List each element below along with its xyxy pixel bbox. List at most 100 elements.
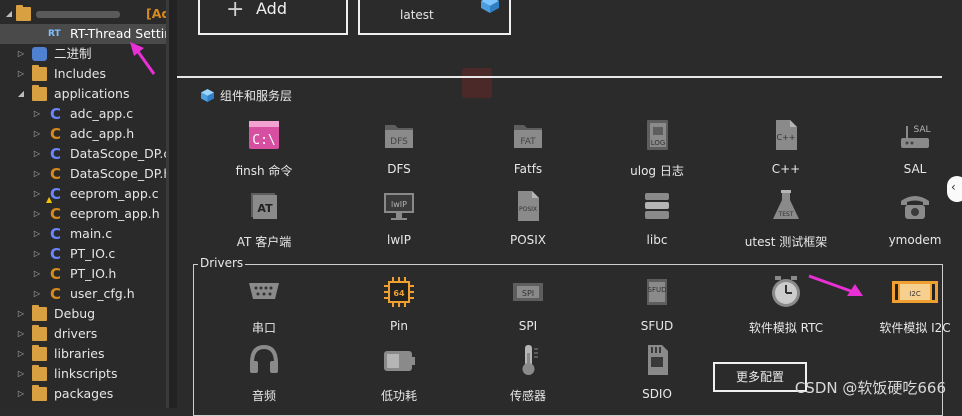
add-button-label: Add xyxy=(256,0,287,18)
component-label: SPI xyxy=(518,319,538,333)
tree-item[interactable]: ▷ C ▲ eeprom_app.c xyxy=(0,184,166,204)
svg-text:TEST: TEST xyxy=(778,211,794,218)
tree-item[interactable]: ▷ drivers xyxy=(0,324,166,344)
expand-right-icon[interactable]: ▷ xyxy=(32,244,42,264)
phone-icon xyxy=(898,189,932,223)
component-sal-router[interactable]: SAL SAL xyxy=(860,118,962,180)
component-test-flask[interactable]: TEST utest 测试框架 xyxy=(731,189,841,251)
expand-right-icon[interactable]: ▷ xyxy=(16,304,26,324)
tree-item[interactable]: ▷ Ceeprom_app.h xyxy=(0,204,166,224)
rt-settings-icon: RT xyxy=(48,29,61,39)
tree-item[interactable]: ▷ C PT_IO.h xyxy=(0,264,166,284)
folder-icon xyxy=(32,385,47,401)
component-thermometer[interactable]: 传感器 xyxy=(473,343,583,405)
tree-item[interactable]: ▷ linkscripts xyxy=(0,364,166,384)
expand-right-icon[interactable]: ▷ xyxy=(32,124,42,144)
pane-splitter[interactable] xyxy=(169,0,177,408)
component-sd-card[interactable]: SDIO xyxy=(602,343,712,405)
expand-right-icon[interactable]: ▷ xyxy=(32,204,42,224)
tree-item-label: main.c xyxy=(70,226,113,241)
tree-item[interactable]: ▷ C DataScope_DP.c xyxy=(0,144,166,164)
sdk-version-box[interactable]: latest xyxy=(358,0,511,35)
plus-icon: + xyxy=(226,0,245,22)
component-serial-port[interactable]: 串口 xyxy=(209,275,319,337)
tree-item[interactable]: ▷ C PT_IO.c xyxy=(0,244,166,264)
svg-text:C:\: C:\ xyxy=(252,133,275,148)
expand-right-icon[interactable]: ▷ xyxy=(32,224,42,244)
component-spi[interactable]: SPI SPI xyxy=(473,275,583,337)
tree-item-label: applications xyxy=(54,86,130,101)
svg-text:I2C: I2C xyxy=(909,290,921,298)
component-headphones[interactable]: 音频 xyxy=(209,343,319,405)
tree-item-label: Debug xyxy=(54,306,96,321)
binaries-icon xyxy=(32,47,47,61)
expand-down-icon[interactable]: ◢ xyxy=(16,84,26,104)
component-finsh-shell[interactable]: C:\ finsh 命令 xyxy=(209,118,319,180)
component-phone[interactable]: ymodem xyxy=(860,189,962,251)
tree-item[interactable]: ▷ packages xyxy=(0,384,166,404)
component-posix-file[interactable]: POSIX POSIX xyxy=(473,189,583,251)
tree-item[interactable]: ▷ Debug xyxy=(0,304,166,324)
component-log-book[interactable]: LOG ulog 日志 xyxy=(602,118,712,180)
expand-right-icon[interactable]: ▷ xyxy=(16,384,26,404)
tree-item[interactable]: ▷ Cmain.c xyxy=(0,224,166,244)
expand-down-icon[interactable]: ◢ xyxy=(4,4,14,24)
expand-right-icon[interactable]: ▷ xyxy=(32,284,42,304)
test-flask-icon: TEST xyxy=(769,189,803,223)
tree-item[interactable]: ▷ Cuser_cfg.h xyxy=(0,284,166,304)
svg-text:LOG: LOG xyxy=(651,139,666,147)
component-books[interactable]: libc xyxy=(602,189,712,251)
add-button[interactable]: + Add xyxy=(198,0,348,35)
expand-right-icon[interactable]: ▷ xyxy=(32,264,42,284)
svg-text:AT: AT xyxy=(257,202,273,215)
expand-right-icon[interactable]: ▷ xyxy=(32,144,42,164)
component-label: 音频 xyxy=(251,389,276,403)
c-source-icon: C xyxy=(49,245,61,263)
component-label: DFS xyxy=(387,162,411,176)
tree-item-label: PT_IO.c xyxy=(70,246,116,261)
component-at[interactable]: AT AT 客户端 xyxy=(209,189,319,251)
tree-item-label: adc_app.c xyxy=(70,106,134,121)
component-sfud-chip[interactable]: SFUD SFUD xyxy=(602,275,712,337)
component-i2c[interactable]: I2C 软件模拟 I2C xyxy=(860,275,962,337)
tree-item-label: adc_app.h xyxy=(70,126,135,141)
component-lwip-monitor[interactable]: lwIP lwIP xyxy=(344,189,454,251)
folder-icon xyxy=(32,365,47,381)
expand-right-icon[interactable]: ▷ xyxy=(32,104,42,124)
component-label: 软件模拟 RTC xyxy=(748,321,824,335)
search-overlay-icon xyxy=(462,68,492,98)
expand-right-icon[interactable]: ▷ xyxy=(16,44,26,64)
expand-right-icon[interactable]: ▷ xyxy=(16,324,26,344)
expand-right-icon[interactable]: ▷ xyxy=(16,364,26,384)
spi-icon: SPI xyxy=(511,275,545,309)
collapse-handle[interactable]: ‹ xyxy=(947,176,962,202)
tree-item[interactable]: ▷ Cadc_app.c xyxy=(0,104,166,124)
component-chip-pin[interactable]: 64 Pin xyxy=(344,275,454,337)
sal-router-icon: SAL xyxy=(898,118,932,152)
log-book-icon: LOG xyxy=(640,118,674,152)
project-root-row[interactable]: ◢ [Ad xyxy=(0,4,166,24)
component-fat-folder[interactable]: FAT Fatfs xyxy=(473,118,583,180)
includes-folder-icon xyxy=(32,65,47,81)
tree-item[interactable]: ▷ Cadc_app.h xyxy=(0,124,166,144)
posix-file-icon: POSIX xyxy=(511,189,545,223)
component-dfs-folder[interactable]: DFS DFS xyxy=(344,118,454,180)
more-config-button[interactable]: 更多配置 xyxy=(713,362,807,392)
component-cpp-file[interactable]: C++ C++ xyxy=(731,118,841,180)
component-label: Fatfs xyxy=(513,162,543,176)
tree-item[interactable]: ◢ applications xyxy=(0,84,166,104)
component-label: 软件模拟 I2C xyxy=(879,321,951,335)
tree-item[interactable]: ▷ libraries xyxy=(0,344,166,364)
chip-pin-icon: 64 xyxy=(382,275,416,309)
svg-text:SAL: SAL xyxy=(913,125,930,135)
expand-right-icon[interactable]: ▷ xyxy=(32,164,42,184)
c-header-icon: C xyxy=(49,285,61,303)
expand-right-icon[interactable]: ▷ xyxy=(16,344,26,364)
component-label: ymodem xyxy=(888,233,942,247)
serial-port-icon xyxy=(247,275,281,309)
expand-right-icon[interactable]: ▷ xyxy=(16,64,26,84)
expand-right-icon[interactable]: ▷ xyxy=(32,184,42,204)
tree-item[interactable]: ▷ C DataScope_DP.h xyxy=(0,164,166,184)
component-battery[interactable]: 低功耗 xyxy=(344,343,454,405)
tree-item-label: DataScope_DP.h xyxy=(70,166,166,181)
